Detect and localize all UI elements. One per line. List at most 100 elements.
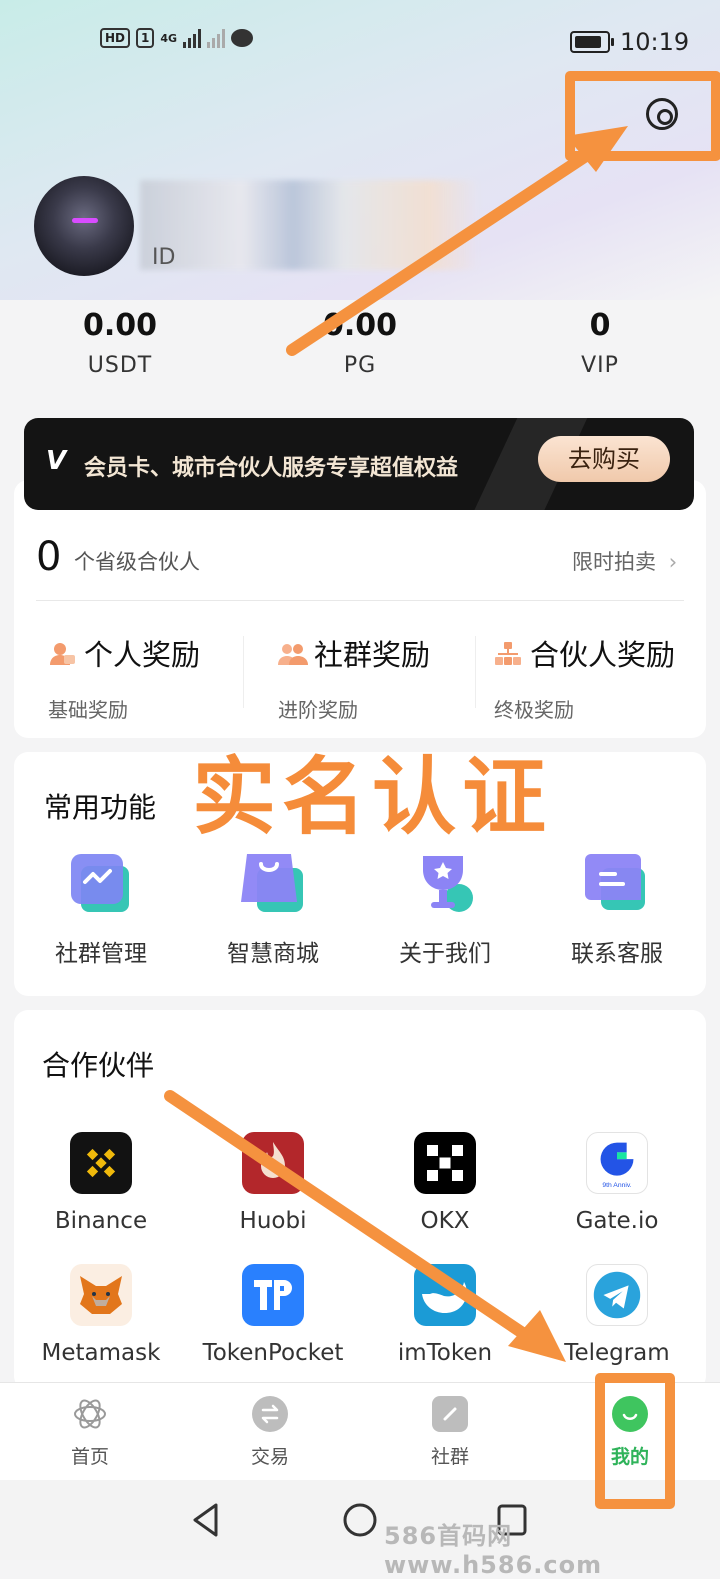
tab-label: 社群	[430, 1446, 469, 1468]
hd-indicator: HD	[100, 28, 131, 48]
partner-label: Gate.io	[575, 1208, 659, 1234]
reward-subtitle: 进阶奖励	[278, 698, 358, 722]
okx-logo	[414, 1132, 476, 1194]
org-chart-icon	[494, 640, 522, 666]
stat-label: PG	[343, 353, 377, 378]
partner-imtoken[interactable]: imToken	[359, 1264, 531, 1366]
huobi-logo	[242, 1132, 304, 1194]
avatar[interactable]	[34, 176, 134, 276]
fn-about-us[interactable]: 关于我们	[359, 852, 531, 968]
stat-value: 0.00	[322, 308, 398, 343]
tab-label: 我的	[610, 1446, 649, 1468]
gateio-logo: 9th Anniv.	[586, 1132, 648, 1194]
profile-icon	[612, 1396, 648, 1432]
community-manage-icon	[67, 852, 135, 916]
fn-customer-service[interactable]: 联系客服	[531, 852, 703, 968]
tab-home[interactable]: 首页	[0, 1396, 180, 1469]
reward-subtitle: 基础奖励	[48, 698, 128, 722]
partner-label: Telegram	[564, 1340, 670, 1366]
tab-mine[interactable]: 我的	[540, 1396, 720, 1469]
annotation-text: 实名认证	[192, 748, 553, 846]
stat-usdt[interactable]: 0.00 USDT	[0, 308, 240, 378]
partner-okx[interactable]: OKX	[359, 1132, 531, 1234]
shopping-bag-icon	[239, 852, 307, 916]
status-time: 10:19	[620, 28, 690, 56]
reward-title: 合伙人奖励	[530, 638, 676, 672]
reward-title: 社群奖励	[314, 638, 431, 672]
user-id-label: ID	[152, 245, 176, 270]
auction-link[interactable]: 限时拍卖 ›	[572, 546, 677, 576]
stat-label: USDT	[87, 353, 153, 378]
battery-icon	[570, 31, 614, 53]
banner-text: 会员卡、城市合伙人服务专享超值权益	[84, 456, 459, 481]
reward-partner[interactable]: 合伙人奖励 终极奖励	[494, 632, 675, 723]
tokenpocket-logo	[242, 1264, 304, 1326]
reward-subtitle: 终极奖励	[494, 698, 574, 722]
buy-button[interactable]: 去购买	[538, 436, 670, 482]
divider	[475, 636, 476, 708]
stat-value: 0	[589, 308, 611, 343]
partner-gateio[interactable]: 9th Anniv. Gate.io	[531, 1132, 703, 1234]
partner-label: Metamask	[41, 1340, 161, 1366]
reward-community[interactable]: 社群奖励 进阶奖励	[278, 632, 430, 723]
exchange-icon	[252, 1396, 288, 1432]
fn-label: 社群管理	[55, 941, 147, 967]
blurred-username	[140, 180, 480, 270]
section-title-partners: 合作伙伴	[42, 1049, 155, 1082]
partner-label: Binance	[54, 1208, 148, 1234]
banner-logo: V	[46, 446, 67, 476]
network-type: 4G	[160, 31, 178, 45]
tab-label: 首页	[70, 1446, 109, 1468]
status-left-icons: HD 1 4G	[100, 28, 254, 48]
tab-trade[interactable]: 交易	[180, 1396, 360, 1469]
signal-icon	[183, 28, 202, 48]
telegram-logo	[586, 1264, 648, 1326]
partner-label: imToken	[397, 1340, 493, 1366]
sim-indicator: 1	[136, 28, 155, 48]
stat-value: 0.00	[82, 308, 158, 343]
partner-binance[interactable]: Binance	[15, 1132, 187, 1234]
home-icon	[72, 1396, 108, 1432]
partner-metamask[interactable]: Metamask	[15, 1264, 187, 1366]
divider	[243, 636, 244, 708]
partner-huobi[interactable]: Huobi	[187, 1132, 359, 1234]
auction-label: 限时拍卖	[572, 550, 656, 574]
tab-label: 交易	[250, 1446, 289, 1468]
fn-community-manage[interactable]: 社群管理	[15, 852, 187, 968]
signal-secondary-icon	[207, 28, 226, 48]
partner-count-label: 个省级合伙人	[74, 550, 200, 574]
reward-personal[interactable]: 个人奖励 基础奖励	[48, 632, 200, 723]
fn-label: 智慧商城	[227, 941, 319, 967]
partner-label: TokenPocket	[202, 1340, 344, 1366]
community-icon	[432, 1396, 468, 1432]
stat-pg[interactable]: 0.00 PG	[240, 308, 480, 378]
trophy-icon	[411, 852, 479, 916]
partner-tokenpocket[interactable]: TokenPocket	[187, 1264, 359, 1366]
customer-service-icon	[583, 852, 651, 916]
settings-icon[interactable]	[646, 98, 678, 130]
fn-smart-mall[interactable]: 智慧商城	[187, 852, 359, 968]
chevron-right-icon: ›	[668, 550, 678, 574]
person-icon	[48, 640, 76, 666]
reward-title: 个人奖励	[84, 638, 201, 672]
watermark: 586首码网 www.h586.com	[384, 1522, 603, 1579]
group-icon	[278, 640, 308, 666]
partner-telegram[interactable]: Telegram	[531, 1264, 703, 1366]
stat-vip[interactable]: 0 VIP	[480, 308, 720, 378]
partner-count: 0	[36, 534, 62, 580]
partner-label: Huobi	[239, 1208, 307, 1234]
message-notification-icon	[231, 29, 254, 47]
fn-label: 联系客服	[571, 941, 663, 967]
section-title-functions: 常用功能	[44, 791, 157, 824]
imtoken-logo	[414, 1264, 476, 1326]
member-banner[interactable]: V 会员卡、城市合伙人服务专享超值权益 去购买	[24, 418, 694, 510]
binance-logo	[70, 1132, 132, 1194]
metamask-logo	[70, 1264, 132, 1326]
partner-label: OKX	[420, 1208, 470, 1234]
back-icon[interactable]	[190, 1502, 222, 1538]
status-bar: HD 1 4G 10:19	[0, 0, 720, 84]
fn-label: 关于我们	[399, 941, 491, 967]
divider	[36, 600, 684, 601]
tab-community[interactable]: 社群	[360, 1396, 540, 1469]
home-button-icon[interactable]	[342, 1502, 378, 1538]
